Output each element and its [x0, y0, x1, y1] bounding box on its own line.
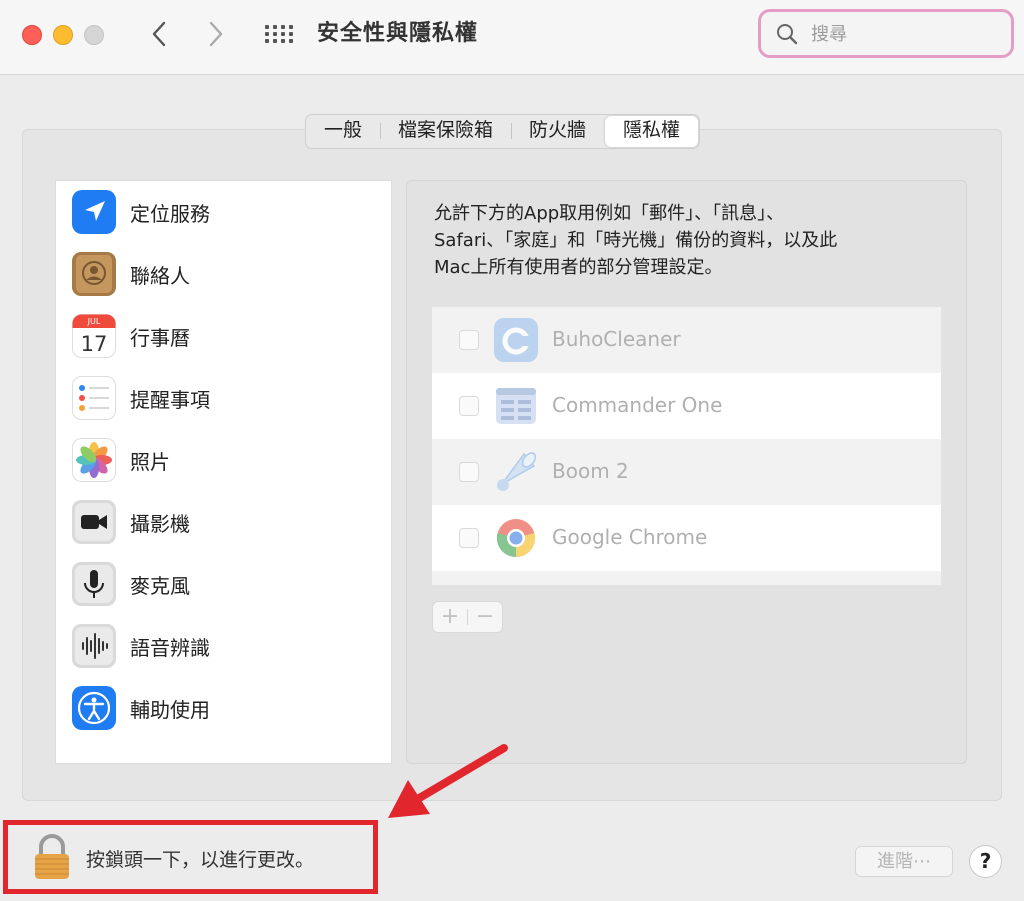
camera-icon: [72, 500, 116, 544]
privacy-description: 允許下方的App取用例如「郵件」、「訊息」、 Safari、「家庭」和「時光機」…: [434, 203, 838, 278]
sidebar-item-label: 麥克風: [130, 573, 190, 598]
sidebar-item-label: 語音辨識: [130, 635, 210, 660]
sidebar-item-location-services[interactable]: 定位服務: [56, 181, 391, 243]
app-checkbox[interactable]: [459, 396, 479, 416]
tab-bar: 一般 檔案保險箱 防火牆 隱私權: [305, 114, 701, 149]
privacy-category-list: 定位服務 聯絡人 JUL 17 行事曆 提醒事項 照片 攝影機 麥克風 語音辨識…: [55, 180, 392, 764]
contacts-icon: [72, 252, 116, 296]
tab-privacy[interactable]: 隱私權: [605, 116, 699, 147]
app-checkbox[interactable]: [459, 528, 479, 548]
sidebar-item-label: 照片: [130, 449, 170, 474]
zoom-window-button[interactable]: [84, 25, 104, 45]
app-row[interactable]: Google Chrome: [432, 505, 941, 571]
app-row[interactable]: BuhoCleaner: [432, 307, 941, 373]
search-input[interactable]: [809, 20, 1003, 48]
sidebar-item-label: 定位服務: [130, 201, 210, 226]
advanced-button[interactable]: 進階⋯: [855, 846, 953, 877]
accessibility-icon: [72, 686, 116, 730]
back-button[interactable]: [145, 18, 173, 50]
chrome-icon: [496, 519, 536, 558]
photos-icon: [72, 438, 116, 482]
app-name: Commander One: [552, 393, 723, 417]
remove-app-button[interactable]: −: [468, 602, 502, 632]
app-checkbox[interactable]: [459, 462, 479, 482]
annotation-arrow-icon: [388, 744, 508, 818]
add-app-button[interactable]: +: [433, 602, 467, 632]
microphone-icon: [72, 562, 116, 606]
sidebar-item-microphone[interactable]: 麥克風: [56, 553, 391, 615]
svg-text:JUL: JUL: [87, 317, 101, 326]
commander-one-icon: [496, 388, 536, 424]
show-all-grid-icon[interactable]: [264, 24, 294, 44]
add-remove-control: + −: [432, 601, 503, 633]
app-row[interactable]: Boom 2: [432, 439, 941, 505]
app-name: Boom 2: [552, 459, 629, 483]
sidebar-item-contacts[interactable]: 聯絡人: [56, 243, 391, 305]
lock-settings-area[interactable]: 按鎖頭一下，以進行更改。: [3, 820, 378, 894]
speech-recognition-icon: [72, 624, 116, 668]
chevron-left-icon: [152, 21, 166, 47]
forward-button[interactable]: [202, 18, 230, 50]
app-row[interactable]: [432, 571, 941, 585]
sidebar-item-label: 輔助使用: [130, 697, 210, 722]
sidebar-item-accessibility[interactable]: 輔助使用: [56, 677, 391, 739]
location-arrow-icon: [72, 190, 116, 234]
window-title: 安全性與隱私權: [317, 21, 479, 46]
app-name: BuhoCleaner: [552, 327, 681, 351]
app-name: Google Chrome: [552, 525, 708, 549]
app-row[interactable]: Commander One: [432, 373, 941, 439]
tab-general[interactable]: 一般: [306, 115, 380, 148]
sidebar-item-label: 聯絡人: [130, 263, 190, 288]
sidebar-item-photos[interactable]: 照片: [56, 429, 391, 491]
window-titlebar: 安全性與隱私權: [0, 0, 1024, 75]
help-button[interactable]: ?: [969, 845, 1002, 878]
lock-instruction-text: 按鎖頭一下，以進行更改。: [86, 849, 315, 871]
search-icon: [777, 24, 798, 45]
sidebar-item-speech-recognition[interactable]: 語音辨識: [56, 615, 391, 677]
tab-firewall[interactable]: 防火牆: [511, 115, 604, 148]
sidebar-item-label: 攝影機: [130, 511, 190, 536]
reminders-icon: [72, 376, 116, 420]
svg-text:17: 17: [81, 332, 108, 356]
sidebar-item-label: 行事曆: [130, 325, 190, 350]
calendar-icon: JUL 17: [72, 314, 116, 358]
tab-filevault[interactable]: 檔案保險箱: [380, 115, 511, 148]
sidebar-item-label: 提醒事項: [130, 387, 210, 412]
chevron-right-icon: [209, 21, 223, 47]
sidebar-item-calendar[interactable]: JUL 17 行事曆: [56, 305, 391, 367]
app-permission-list: BuhoCleaner Commander One Boom 2 Google …: [432, 307, 941, 585]
search-field[interactable]: [758, 9, 1014, 58]
padlock-icon[interactable]: [31, 834, 73, 880]
app-checkbox[interactable]: [459, 330, 479, 350]
boom-icon: [497, 452, 537, 491]
close-window-button[interactable]: [22, 25, 42, 45]
buhocleaner-icon: [494, 318, 538, 362]
sidebar-item-reminders[interactable]: 提醒事項: [56, 367, 391, 429]
minimize-window-button[interactable]: [53, 25, 73, 45]
sidebar-item-camera[interactable]: 攝影機: [56, 491, 391, 553]
